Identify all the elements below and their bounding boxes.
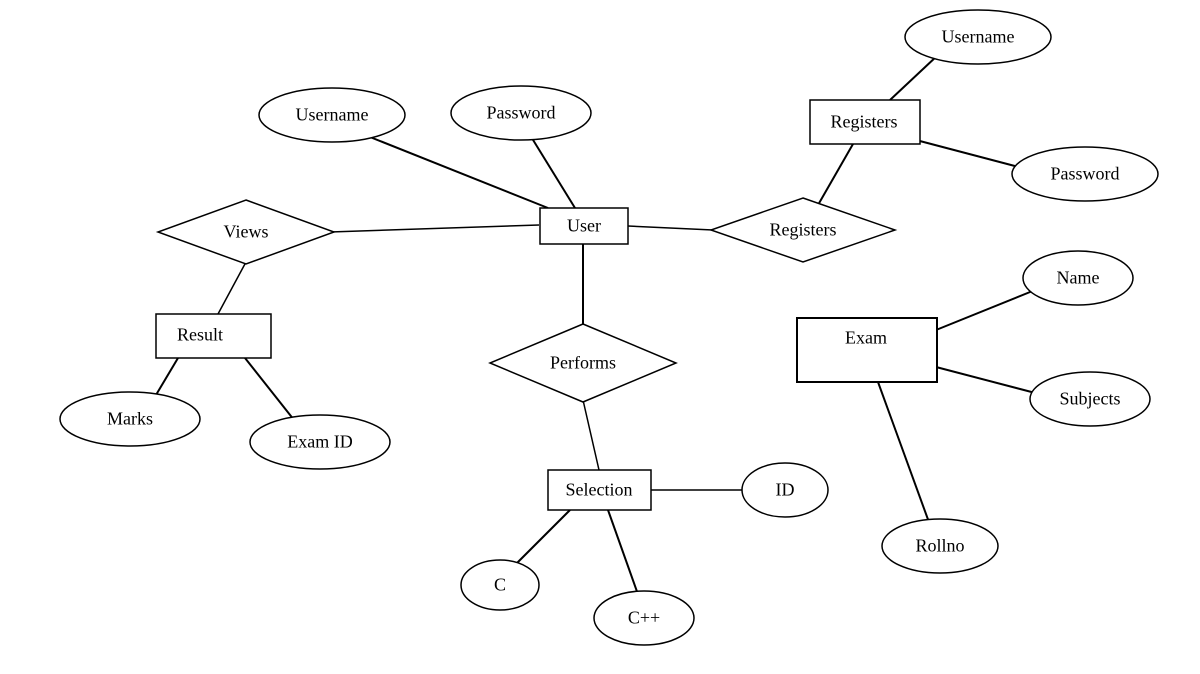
attribute-result-marks	[60, 392, 200, 446]
edge-views-result	[218, 262, 246, 314]
edge-selection-cpp	[608, 510, 640, 600]
attribute-user-password	[451, 86, 591, 140]
entity-selection	[548, 470, 651, 510]
edge-user-registers-rel	[628, 226, 713, 230]
attribute-exam-subjects	[1030, 372, 1150, 426]
attribute-result-examid	[250, 415, 390, 469]
entity-user	[540, 208, 628, 244]
edge-registers-rel-entity	[818, 144, 853, 205]
attribute-exam-rollno	[882, 519, 998, 573]
relationship-views	[158, 200, 334, 264]
attribute-selection-id	[742, 463, 828, 517]
edge-user-views	[330, 225, 539, 232]
entity-result	[156, 314, 271, 358]
edge-selection-c	[510, 510, 570, 570]
entity-exam	[797, 318, 937, 382]
attribute-selection-c	[461, 560, 539, 610]
attribute-user-username	[259, 88, 405, 142]
edge-result-examid	[245, 358, 298, 425]
edge-registers-username	[890, 55, 938, 100]
edge-exam-name	[936, 290, 1035, 330]
edge-exam-subjects	[936, 367, 1043, 395]
edge-user-username	[365, 135, 548, 208]
relationship-performs	[490, 324, 676, 402]
edge-performs-selection	[583, 400, 599, 470]
edge-user-password	[530, 135, 575, 208]
attribute-selection-cpp	[594, 591, 694, 645]
edge-exam-rollno	[878, 382, 930, 525]
attribute-registers-password	[1012, 147, 1158, 201]
attribute-exam-name	[1023, 251, 1133, 305]
relationship-registers	[711, 198, 895, 262]
er-diagram	[0, 0, 1200, 674]
entity-registers	[810, 100, 920, 144]
attribute-registers-username	[905, 10, 1051, 64]
edge-registers-password	[916, 140, 1030, 170]
